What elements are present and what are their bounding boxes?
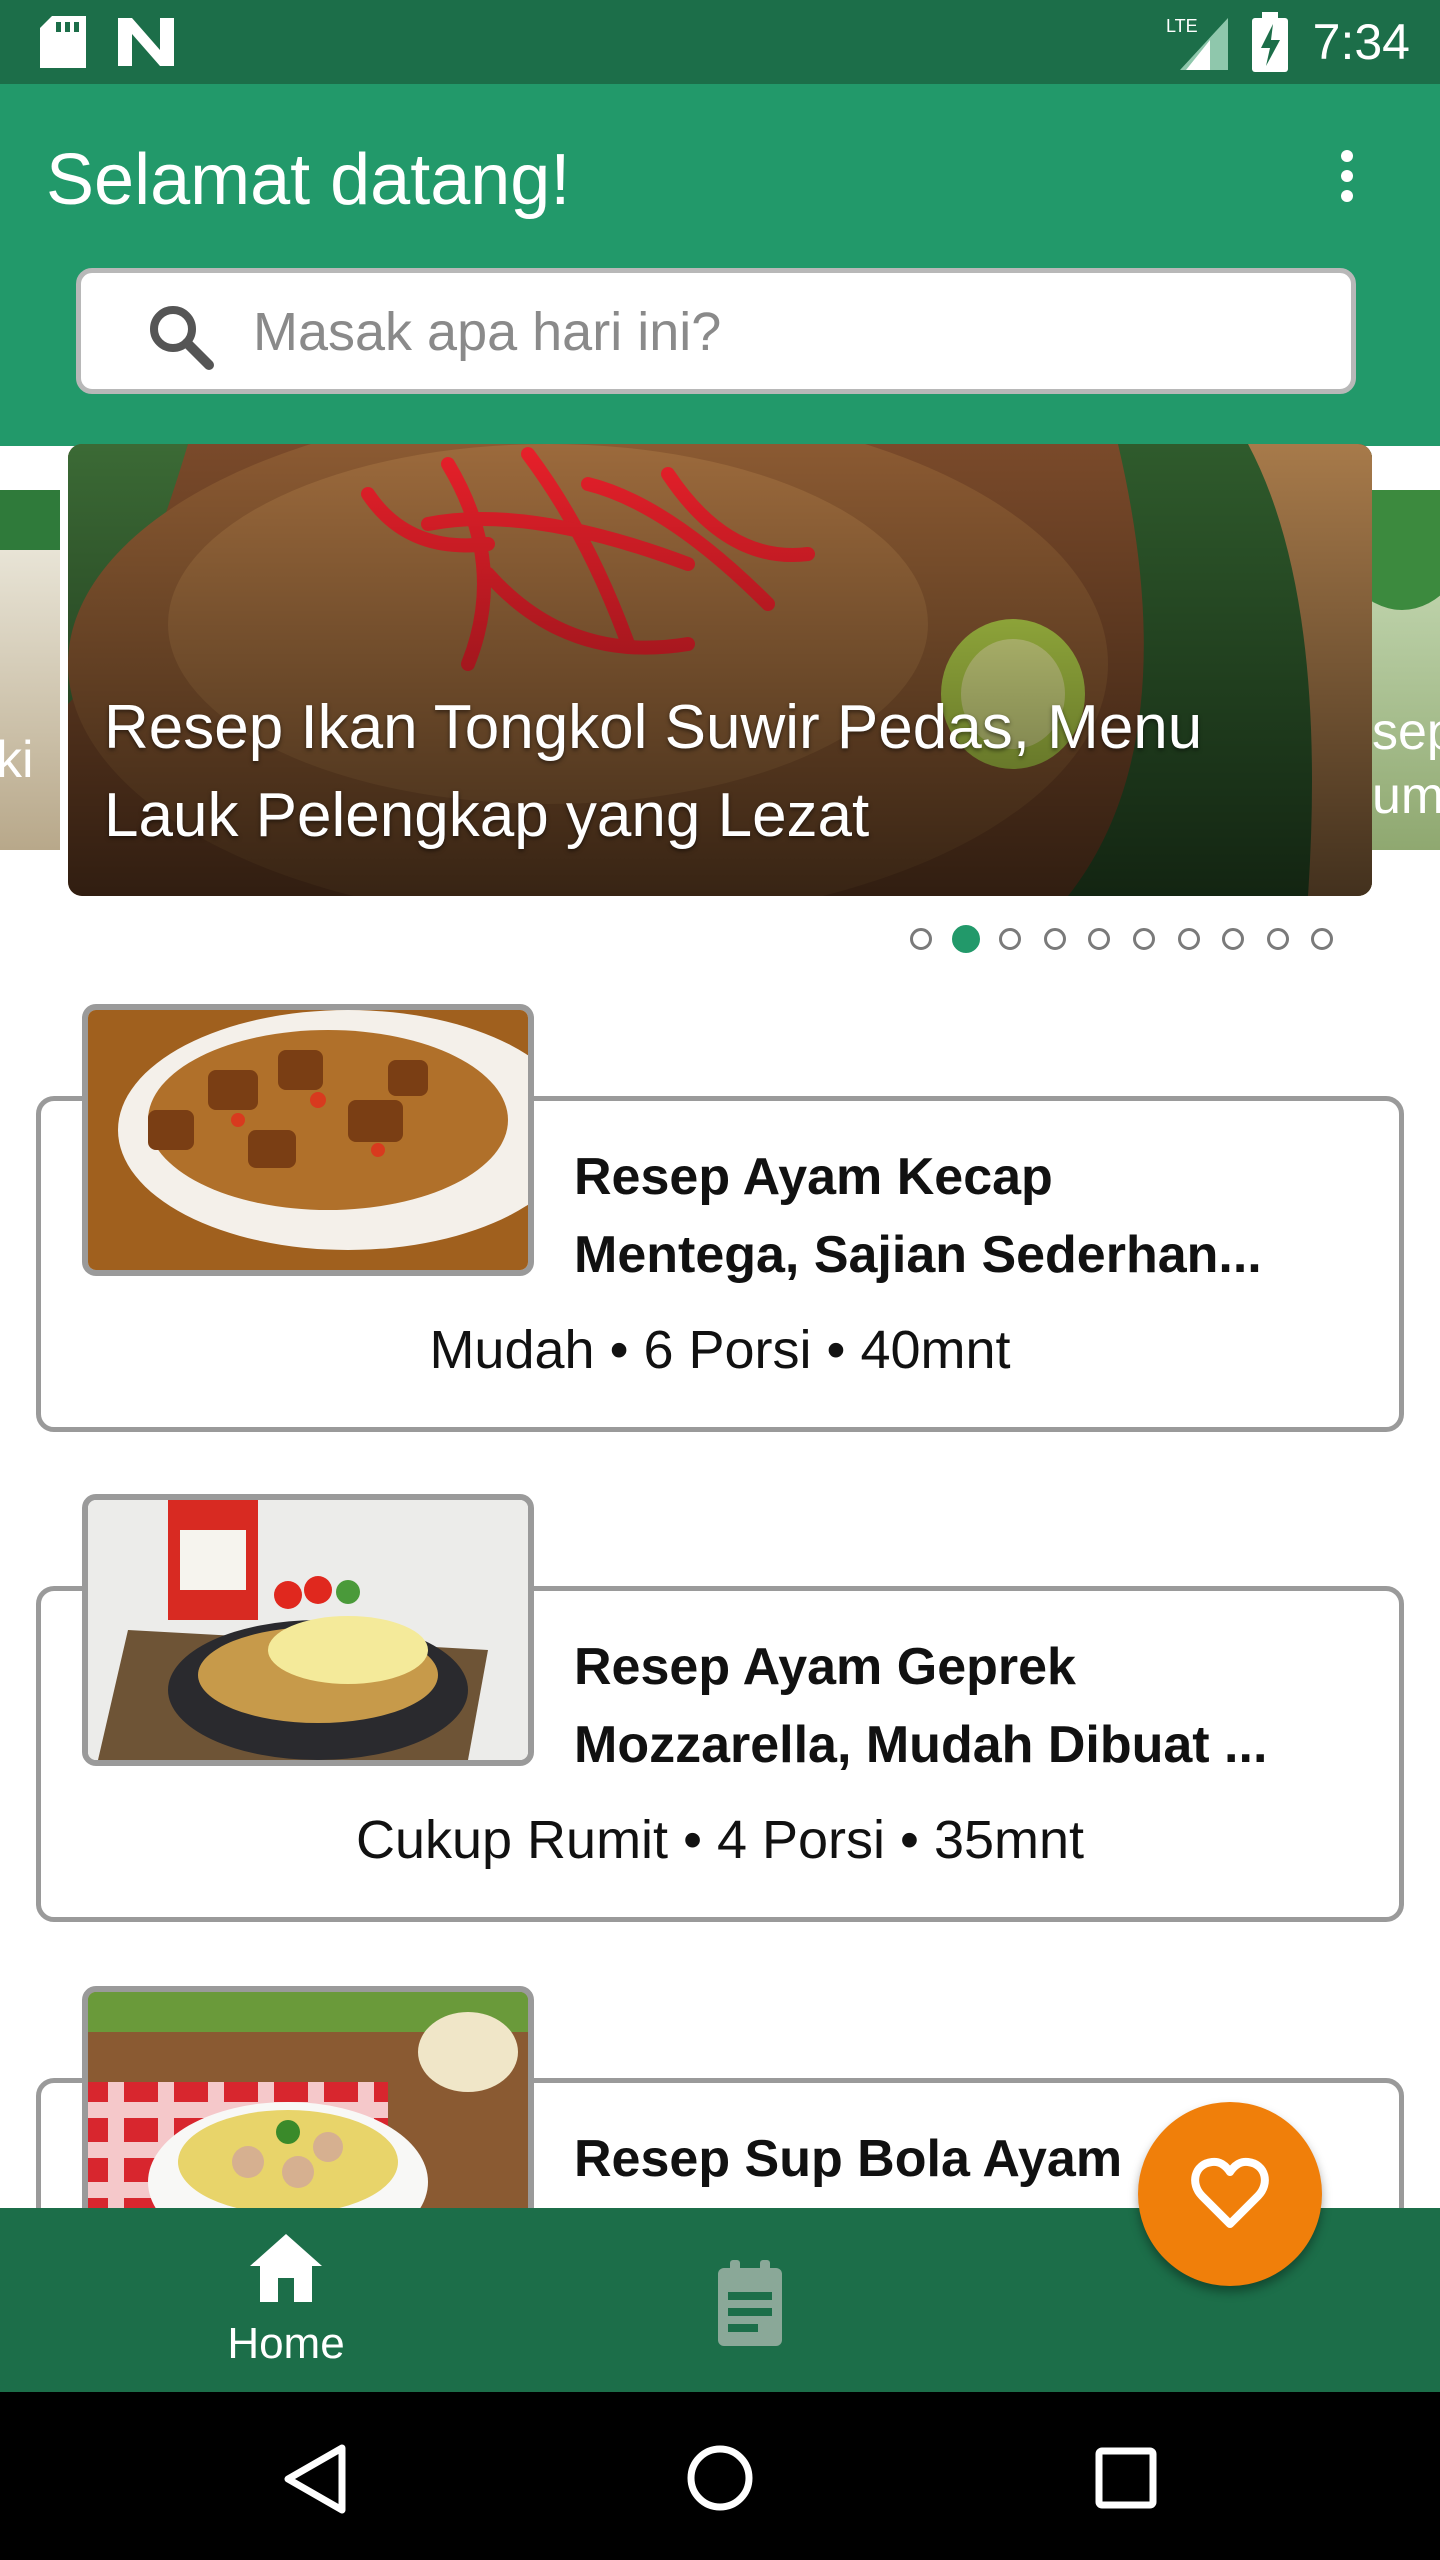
carousel-next-card[interactable]: sep umi [1372,490,1440,850]
home-icon [250,2234,322,2302]
status-time: 7:34 [1312,14,1410,70]
carousel-dot[interactable] [1311,928,1334,950]
recipe-title: Resep Ayam Kecap Mentega, Sajian Sederha… [574,1148,1262,1284]
carousel-dot[interactable] [910,928,932,950]
carousel-next-caption-line2: umi [1372,767,1440,825]
carousel-next-caption-line1: sep [1372,703,1440,761]
nav-item-meal-plan[interactable] [700,2258,800,2358]
carousel-dot[interactable] [1133,928,1155,950]
recipe-thumbnail [82,1004,534,1276]
svg-text:LTE: LTE [1166,16,1198,36]
carousel-dot[interactable] [1266,928,1289,950]
heart-icon [1191,2157,1269,2228]
lte-signal-icon: LTE [1166,16,1228,70]
carousel-prev-card[interactable]: ki [0,490,60,850]
carousel-prev-caption: ki [0,731,34,789]
recipe-image-ayam-kecap [88,1010,528,1270]
status-bar: LTE 7:34 [0,0,1440,84]
carousel-dot[interactable] [951,925,980,953]
carousel-dot[interactable] [1088,928,1111,950]
system-navigation-bar [0,2392,1440,2560]
battery-charging-icon [1252,12,1288,72]
recipe-meta: Cukup Rumit • 4 Porsi • 35mnt [355,1810,1085,1870]
home-circle-icon[interactable] [686,2444,754,2512]
recipe-meta: Mudah • 6 Porsi • 40mnt [429,1320,1011,1380]
carousel-main-caption: Resep Ikan Tongkol Suwir Pedas, Menu Lau… [104,693,1203,850]
recipe-thumbnail [82,1494,534,1766]
favorites-fab-button[interactable] [1138,2102,1322,2286]
search-input[interactable]: Masak apa hari ini? [76,268,1356,394]
carousel-dot[interactable] [1043,928,1066,950]
overflow-menu-button[interactable] [1332,144,1362,214]
calendar-note-icon [718,2260,782,2346]
featured-carousel[interactable]: ki sep umi [0,440,1440,900]
carousel-dot[interactable] [1177,928,1200,950]
nav-item-home[interactable]: Home [186,2222,386,2382]
carousel-dot[interactable] [999,928,1022,950]
page-title: Selamat datang! [46,140,571,220]
search-icon [150,306,214,370]
search-placeholder: Masak apa hari ini? [253,302,722,362]
nav-home-label: Home [227,2319,345,2368]
recipe-image-ayam-geprek [88,1500,528,1760]
carousel-indicator [910,925,1360,956]
carousel-dot[interactable] [1222,928,1245,950]
carousel-main-card[interactable]: Resep Ikan Tongkol Suwir Pedas, Menu Lau… [68,444,1372,896]
recents-icon[interactable] [1094,2446,1158,2510]
n-notification-icon [118,18,174,66]
recipe-title: Resep Ayam Geprek Mozzarella, Mudah Dibu… [574,1638,1268,1774]
back-icon[interactable] [282,2444,348,2514]
sd-card-icon [40,16,86,68]
